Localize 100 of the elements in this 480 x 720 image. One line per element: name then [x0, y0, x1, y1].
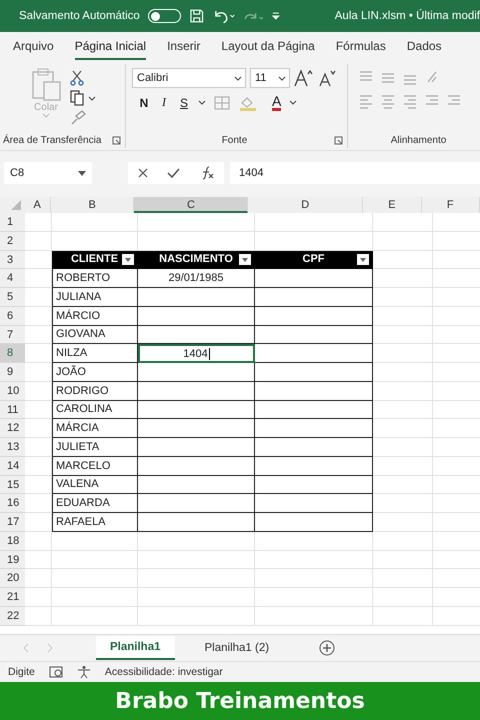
- table-cell[interactable]: VALENA: [52, 476, 138, 494]
- column-header[interactable]: F: [422, 197, 480, 213]
- underline-button[interactable]: S: [178, 96, 190, 110]
- grid-cell[interactable]: [25, 288, 52, 307]
- row-header[interactable]: 12: [0, 419, 25, 438]
- cancel-icon[interactable]: [138, 168, 148, 178]
- grid-cell[interactable]: [25, 213, 52, 232]
- grid-cell[interactable]: [25, 232, 52, 250]
- table-cell[interactable]: [255, 456, 373, 476]
- table-cell[interactable]: 29/01/1985: [138, 269, 255, 288]
- table-cell[interactable]: MÁRCIO: [52, 306, 138, 326]
- copy-icon[interactable]: [70, 90, 96, 106]
- row-header[interactable]: 1: [0, 213, 25, 232]
- grid-cell[interactable]: [25, 588, 52, 607]
- grid-cell[interactable]: [25, 363, 52, 382]
- add-sheet-icon[interactable]: [319, 640, 336, 656]
- grid-cell[interactable]: [373, 419, 433, 438]
- grid-cell[interactable]: [255, 532, 373, 550]
- grid-cell[interactable]: [52, 213, 138, 232]
- table-cell[interactable]: JOÃO: [52, 363, 138, 382]
- table-cell[interactable]: MÁRCIA: [52, 419, 138, 438]
- row-header[interactable]: 2: [0, 232, 25, 250]
- grid-cell[interactable]: [373, 532, 433, 550]
- font-color-button[interactable]: A: [272, 94, 282, 111]
- grid-cell[interactable]: [25, 382, 52, 400]
- table-cell[interactable]: JULIETA: [52, 438, 138, 457]
- previous-sheet-icon[interactable]: [22, 643, 30, 653]
- grid-cell[interactable]: [52, 606, 138, 626]
- accessibility-icon[interactable]: [76, 665, 91, 679]
- table-cell[interactable]: [255, 419, 373, 438]
- grid-cell[interactable]: [25, 513, 52, 532]
- grid-cell[interactable]: [25, 569, 52, 588]
- grid-cell[interactable]: [373, 382, 433, 400]
- grid-cell[interactable]: [138, 588, 255, 607]
- grid-cell[interactable]: [138, 550, 255, 570]
- grid-cell[interactable]: [373, 269, 433, 288]
- grid-cell[interactable]: [373, 400, 433, 420]
- grid-cell[interactable]: [255, 550, 373, 570]
- table-cell[interactable]: [255, 344, 373, 363]
- table-cell[interactable]: ROBERTO: [52, 269, 138, 288]
- grid-cell[interactable]: [373, 550, 433, 570]
- undo-icon[interactable]: [212, 8, 236, 24]
- ribbon-tab[interactable]: Fórmulas: [336, 34, 386, 60]
- table-cell[interactable]: [255, 306, 373, 326]
- font-name-field[interactable]: Calibri: [132, 68, 246, 88]
- row-header[interactable]: 20: [0, 569, 25, 588]
- grid-cell[interactable]: [255, 606, 373, 626]
- grid-cell[interactable]: [373, 232, 433, 250]
- table-cell[interactable]: [138, 400, 255, 420]
- grid-cell[interactable]: [255, 569, 373, 588]
- table-cell[interactable]: CAROLINA: [52, 400, 138, 420]
- grid-cell[interactable]: [25, 550, 52, 570]
- table-cell[interactable]: [255, 363, 373, 382]
- grid-cell[interactable]: [25, 476, 52, 494]
- row-header[interactable]: 18: [0, 532, 25, 550]
- column-header[interactable]: E: [363, 197, 422, 213]
- row-header[interactable]: 14: [0, 456, 25, 476]
- check-icon[interactable]: [167, 168, 180, 178]
- grid-cell[interactable]: [25, 269, 52, 288]
- grid-cell[interactable]: [25, 344, 52, 363]
- table-cell[interactable]: [138, 382, 255, 400]
- grid-cell[interactable]: [255, 588, 373, 607]
- grid-cell[interactable]: [373, 569, 433, 588]
- grid-cell[interactable]: [52, 532, 138, 550]
- table-cell[interactable]: JULIANA: [52, 288, 138, 307]
- table-cell[interactable]: [255, 476, 373, 494]
- accessibility-status[interactable]: Acessibilidade: investigar: [104, 666, 223, 678]
- row-header[interactable]: 17: [0, 513, 25, 532]
- launcher-icon[interactable]: [112, 136, 121, 144]
- table-cell[interactable]: NILZA: [52, 344, 138, 363]
- ribbon-tab[interactable]: Dados: [406, 34, 442, 60]
- select-all-icon[interactable]: [11, 200, 22, 210]
- italic-button[interactable]: I: [158, 95, 170, 110]
- row-header[interactable]: 8: [0, 344, 25, 363]
- table-header[interactable]: CLIENTE: [52, 250, 138, 270]
- row-header[interactable]: 13: [0, 438, 25, 457]
- grid-cell[interactable]: [373, 438, 433, 457]
- function-icon[interactable]: [200, 166, 214, 180]
- table-cell[interactable]: RODRIGO: [52, 382, 138, 400]
- paste-icon[interactable]: [30, 68, 62, 102]
- ribbon-tab[interactable]: Arquivo: [13, 34, 54, 60]
- sheet-tab[interactable]: Planilha1 (2): [190, 637, 284, 659]
- name-box[interactable]: C8: [4, 162, 92, 184]
- table-cell[interactable]: [138, 438, 255, 457]
- shrink-font-icon[interactable]: [318, 69, 338, 87]
- table-cell[interactable]: [138, 326, 255, 344]
- table-cell[interactable]: [255, 269, 373, 288]
- column-header[interactable]: D: [248, 197, 364, 213]
- grow-font-icon[interactable]: [294, 69, 314, 87]
- grid-cell[interactable]: [25, 606, 52, 626]
- row-header[interactable]: 19: [0, 550, 25, 570]
- table-cell[interactable]: [255, 288, 373, 307]
- grid-cell[interactable]: [25, 456, 52, 476]
- table-cell[interactable]: MARCELO: [52, 456, 138, 476]
- row-header[interactable]: 3: [0, 250, 25, 270]
- grid-cell[interactable]: [25, 532, 52, 550]
- table-cell[interactable]: [255, 382, 373, 400]
- grid-cell[interactable]: [373, 476, 433, 494]
- grid-cell[interactable]: [373, 288, 433, 307]
- ribbon-tab[interactable]: Página Inicial: [74, 34, 146, 60]
